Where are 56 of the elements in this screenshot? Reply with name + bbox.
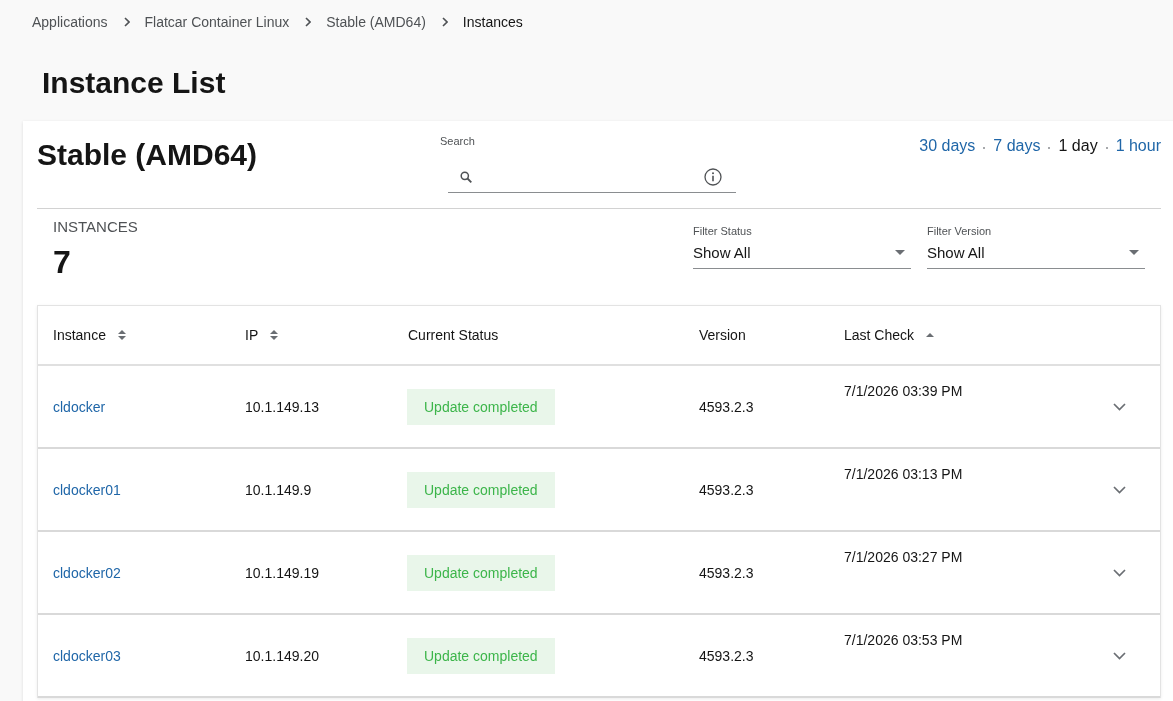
column-header[interactable]: IP [245, 326, 259, 344]
channel-title: Stable (AMD64) [37, 137, 258, 173]
breadcrumb-link[interactable]: Applications [32, 13, 108, 31]
status-badge: Update completed [407, 471, 555, 508]
instances-count: 7 [53, 244, 72, 280]
column-header: Current Status [408, 326, 499, 344]
chevron-right-icon [123, 17, 130, 27]
filter-label: Filter Version [927, 224, 993, 238]
breadcrumb-link[interactable]: Stable (AMD64) [326, 13, 426, 31]
filter-select[interactable]: Show All [927, 243, 1145, 269]
version-cell: 4593.2.3 [699, 646, 754, 665]
instance-link[interactable]: cldocker01 [53, 480, 121, 499]
filter-label: Filter Status [693, 224, 753, 238]
search-icon [460, 171, 472, 183]
ip-cell: 10.1.149.19 [245, 563, 319, 582]
status-badge: Update completed [407, 388, 555, 425]
search-label: Search [440, 134, 476, 148]
last-check-cell: 7/1/2026 03:39 PM [844, 382, 963, 400]
ip-cell: 10.1.149.9 [245, 480, 312, 499]
time-range-link[interactable]: 30 days [919, 136, 976, 156]
version-cell: 4593.2.3 [699, 397, 754, 416]
last-check-cell: 7/1/2026 03:27 PM [844, 548, 963, 566]
version-cell: 4593.2.3 [699, 480, 754, 499]
caret-up-icon[interactable] [926, 333, 935, 337]
instance-link[interactable]: cldocker02 [53, 563, 121, 582]
info-icon[interactable] [704, 168, 722, 186]
instance-link[interactable]: cldocker03 [53, 646, 121, 665]
breadcrumb-link[interactable]: Flatcar Container Linux [144, 13, 290, 31]
filter-select[interactable]: Show All [693, 243, 911, 269]
column-header[interactable]: Last Check [844, 326, 915, 344]
version-cell: 4593.2.3 [699, 563, 754, 582]
sort-icon[interactable] [270, 330, 279, 340]
caret-down-icon [895, 250, 905, 255]
chevron-down-icon[interactable] [1113, 568, 1126, 577]
last-check-cell: 7/1/2026 03:13 PM [844, 465, 963, 483]
instance-link[interactable]: cldocker [53, 397, 106, 416]
caret-down-icon [1129, 250, 1139, 255]
chevron-down-icon[interactable] [1113, 402, 1126, 411]
last-check-cell: 7/1/2026 03:53 PM [844, 631, 963, 649]
time-range-link[interactable]: 1 hour [1115, 136, 1161, 156]
instances-label: INSTANCES [53, 218, 138, 236]
ip-cell: 10.1.149.20 [245, 646, 319, 665]
chevron-right-icon [305, 17, 312, 27]
chevron-down-icon[interactable] [1113, 651, 1126, 660]
time-range-link[interactable]: 1 day [1058, 136, 1098, 156]
status-badge: Update completed [407, 637, 555, 674]
column-header: Version [699, 326, 746, 344]
sort-icon[interactable] [117, 330, 126, 340]
page-title: Instance List [41, 65, 227, 101]
breadcrumb-current: Instances [462, 13, 523, 31]
column-header[interactable]: Instance [53, 326, 106, 344]
ip-cell: 10.1.149.13 [245, 397, 319, 416]
chevron-right-icon [441, 17, 448, 27]
chevron-down-icon[interactable] [1113, 485, 1126, 494]
time-range-link[interactable]: 7 days [993, 136, 1041, 156]
status-badge: Update completed [407, 554, 555, 591]
